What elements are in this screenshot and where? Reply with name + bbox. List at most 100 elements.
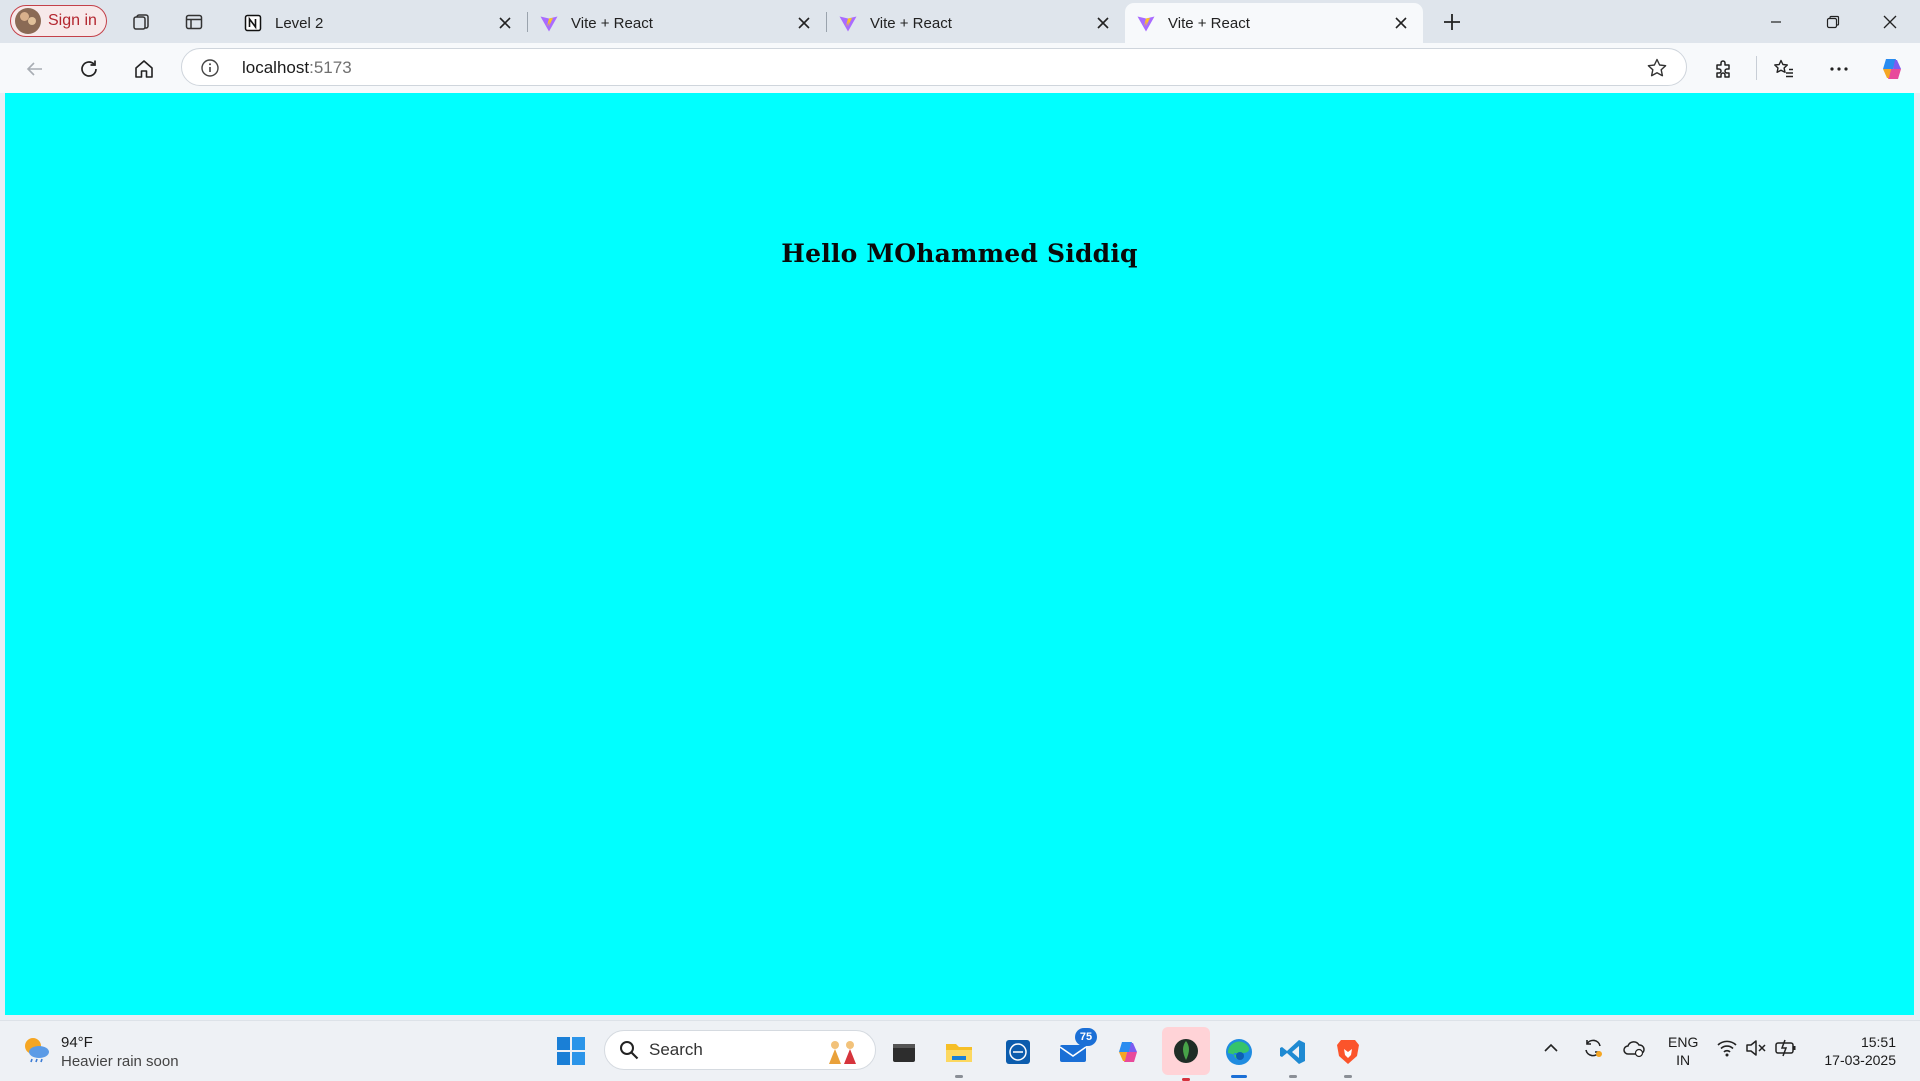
url-port: :5173 <box>309 58 352 77</box>
search-icon <box>620 1041 639 1060</box>
running-indicator <box>1344 1075 1352 1078</box>
running-indicator <box>1231 1075 1247 1078</box>
copilot-icon <box>1883 59 1901 79</box>
tab-title: Vite + React <box>870 14 952 32</box>
page-heading: Hello MOhammed Siddiq <box>781 239 1138 268</box>
region-code: IN <box>1676 1052 1691 1068</box>
restore-button[interactable] <box>1805 0 1861 43</box>
sign-in-label: Sign in <box>48 12 97 29</box>
close-icon <box>1883 15 1897 28</box>
refresh-button[interactable] <box>72 52 106 86</box>
new-tab-button[interactable] <box>1436 6 1468 38</box>
tab-title: Vite + React <box>1168 14 1250 32</box>
close-tab-icon[interactable] <box>794 13 814 33</box>
plus-icon <box>1444 14 1460 30</box>
taskbar-brave-app[interactable] <box>1328 1032 1368 1078</box>
tab-vite-react[interactable]: Vite + React <box>827 3 1125 43</box>
weather-widget[interactable]: 94°F Heavier rain soon <box>20 1033 179 1071</box>
taskbar-file-explorer[interactable] <box>939 1032 979 1078</box>
search-highlight-doodle-icon <box>829 1041 856 1064</box>
clock-time: 15:51 <box>1860 1034 1896 1050</box>
url-host: localhost <box>242 58 310 77</box>
vertical-tabs-button[interactable] <box>178 6 210 38</box>
taskbar-mongodb-app[interactable] <box>1162 1027 1210 1081</box>
refresh-icon <box>81 60 97 77</box>
onedrive-tray-button[interactable] <box>1622 1037 1646 1059</box>
address-bar[interactable]: localhost:5173 <box>181 48 1687 86</box>
mongodb-leaf-icon <box>1174 1039 1198 1063</box>
workspaces-icon <box>133 14 149 30</box>
settings-more-button[interactable] <box>1822 52 1856 86</box>
favorites-button[interactable] <box>1767 52 1801 86</box>
close-tab-icon[interactable] <box>1391 13 1411 33</box>
extensions-button[interactable] <box>1707 52 1741 86</box>
home-button[interactable] <box>127 52 161 86</box>
volume-status[interactable] <box>1745 1038 1767 1058</box>
tab-level-2[interactable]: Level 2 <box>232 3 527 43</box>
vite-icon <box>539 13 559 33</box>
input-language-indicator[interactable]: ENG IN <box>1668 1033 1698 1069</box>
tab-vite-react-active[interactable]: Vite + React <box>1125 3 1423 43</box>
taskbar-mail-app[interactable]: 75 <box>1053 1028 1097 1072</box>
close-tab-icon[interactable] <box>1093 13 1113 33</box>
taskbar-edge-app[interactable] <box>1219 1032 1259 1078</box>
clock-date: 17-03-2025 <box>1824 1052 1896 1068</box>
weather-rain-icon <box>25 1038 49 1063</box>
mail-unread-badge: 75 <box>1075 1028 1097 1046</box>
vite-icon <box>1136 13 1156 33</box>
back-button[interactable] <box>18 52 52 86</box>
network-status[interactable] <box>1716 1038 1738 1058</box>
close-window-button[interactable] <box>1862 0 1918 43</box>
terminal-icon <box>893 1044 915 1062</box>
toolbar-divider <box>1756 56 1757 80</box>
restore-icon <box>1826 15 1840 28</box>
folder-icon <box>946 1044 972 1062</box>
back-arrow-icon <box>26 62 42 76</box>
url-text: localhost:5173 <box>242 58 352 78</box>
running-indicator <box>955 1075 963 1078</box>
favorites-list-icon <box>1774 59 1793 78</box>
tab-actions-icon <box>185 14 203 30</box>
chevron-up-icon <box>1544 1043 1558 1052</box>
site-info-icon[interactable] <box>200 58 220 78</box>
minimize-icon <box>1771 20 1781 23</box>
edge-icon <box>1226 1039 1252 1065</box>
copilot-button[interactable] <box>1875 52 1909 86</box>
system-clock[interactable]: 15:51 17-03-2025 <box>1810 1033 1896 1069</box>
close-tab-icon[interactable] <box>495 13 515 33</box>
page-viewport: Hello MOhammed Siddiq <box>5 93 1914 1015</box>
weather-temperature: 94°F <box>61 1034 93 1051</box>
favorite-star-icon[interactable] <box>1646 57 1668 79</box>
dell-icon <box>1006 1040 1030 1064</box>
sync-icon <box>1585 1039 1602 1057</box>
browser-toolbar: localhost:5173 <box>0 43 1920 93</box>
tab-title: Vite + React <box>571 14 653 32</box>
vscode-icon <box>1280 1040 1305 1064</box>
tab-vite-react[interactable]: Vite + React <box>528 3 826 43</box>
profile-sign-in-button[interactable]: Sign in <box>10 5 107 37</box>
battery-status[interactable] <box>1774 1037 1798 1059</box>
profile-avatar <box>15 8 41 34</box>
battery-charging-icon <box>1775 1039 1796 1057</box>
running-indicator <box>1289 1075 1297 1078</box>
taskbar-terminal-app[interactable] <box>884 1032 924 1072</box>
workspaces-button[interactable] <box>125 6 157 38</box>
taskbar-copilot-app[interactable] <box>1108 1032 1148 1072</box>
copilot-icon <box>1119 1042 1137 1062</box>
show-hidden-icons-button[interactable] <box>1542 1039 1560 1057</box>
notion-icon <box>243 13 263 33</box>
cloud-sync-icon <box>1623 1041 1645 1058</box>
taskbar-search-box[interactable]: Search <box>604 1030 876 1070</box>
start-button[interactable] <box>556 1036 586 1066</box>
language-code: ENG <box>1668 1034 1699 1050</box>
vite-icon <box>838 13 858 33</box>
wifi-icon <box>1717 1040 1737 1057</box>
more-horizontal-icon <box>1830 67 1848 71</box>
weather-condition: Heavier rain soon <box>61 1053 179 1070</box>
sync-tray-button[interactable] <box>1582 1037 1604 1059</box>
windows-taskbar: 94°F Heavier rain soon Search 75 ENG IN … <box>0 1020 1920 1081</box>
home-icon <box>135 60 153 78</box>
taskbar-dell-app[interactable] <box>998 1032 1038 1072</box>
taskbar-vscode-app[interactable] <box>1273 1032 1313 1078</box>
minimize-button[interactable] <box>1748 0 1804 43</box>
